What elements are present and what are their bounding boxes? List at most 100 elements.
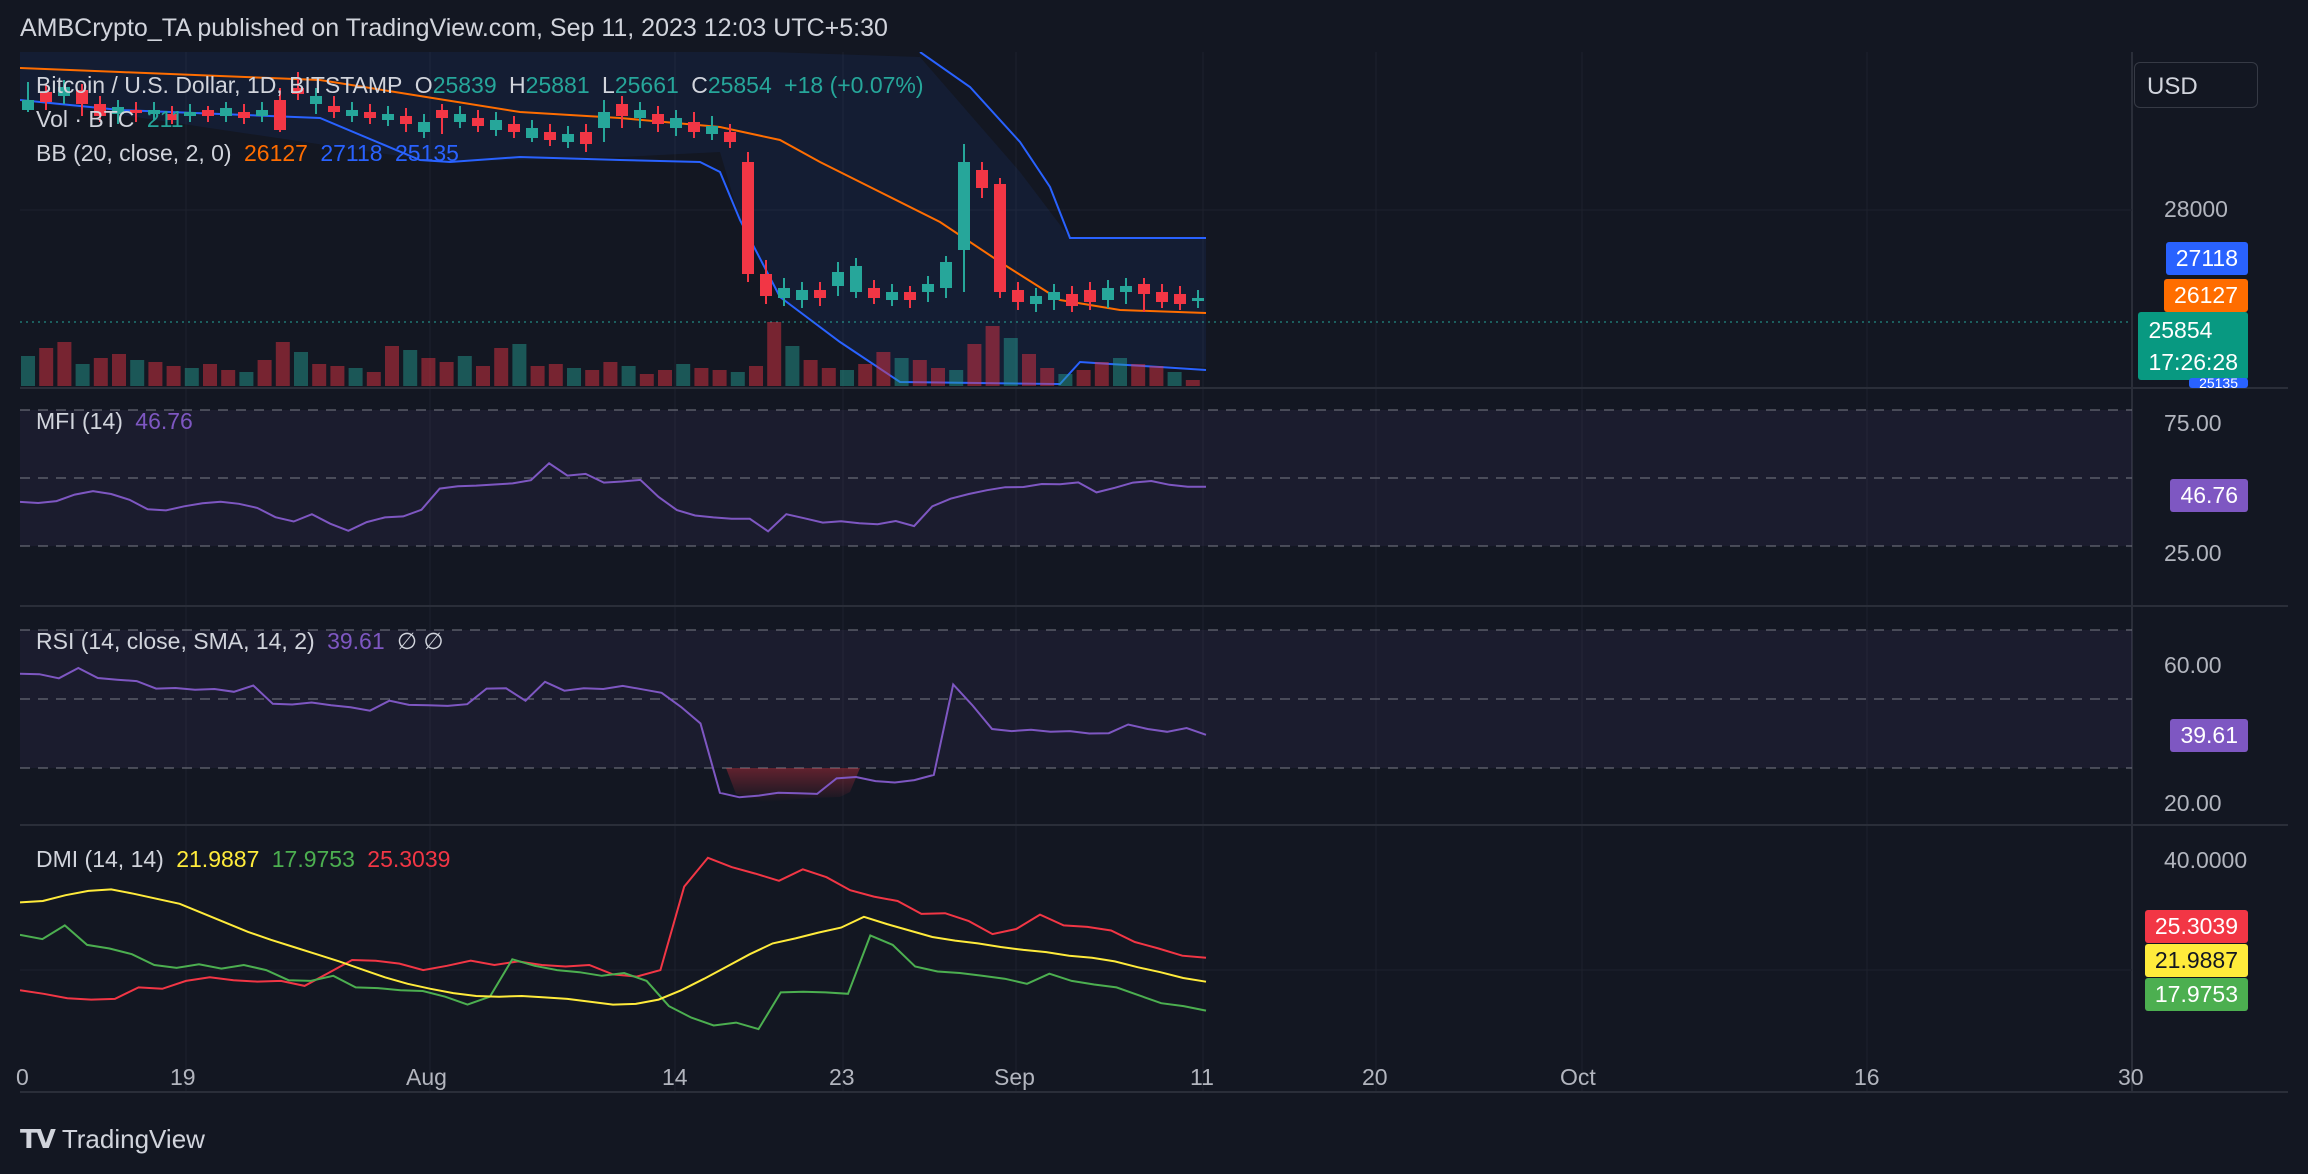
volume-bar (694, 368, 709, 386)
volume-label: Vol · BTC (36, 106, 135, 132)
time-label: 23 (829, 1064, 855, 1090)
candle-body (454, 114, 466, 122)
low-label: L (602, 72, 615, 98)
rsi-extra: ∅ ∅ (397, 628, 444, 654)
chart-canvas[interactable] (20, 52, 2288, 1104)
candle-body (688, 122, 700, 132)
volume-bar (1058, 374, 1073, 386)
candle-body (760, 274, 772, 296)
volume-bar (1094, 362, 1109, 386)
candle-body (1120, 286, 1132, 292)
candle-body (1192, 298, 1204, 301)
currency-button[interactable]: USD (2134, 62, 2258, 108)
candle-body (1138, 284, 1150, 294)
candle-body (346, 110, 358, 116)
candle-body (328, 106, 340, 112)
plus-di-badge: 17.9753 (2144, 978, 2248, 1011)
bb-legend[interactable]: BB (20, close, 2, 0) 26127 27118 25135 (36, 140, 465, 167)
candle-body (796, 290, 808, 300)
high-value: 25881 (525, 72, 590, 98)
adx-badge: 21.9887 (2144, 944, 2248, 977)
mfi-label: MFI (14) (36, 408, 123, 434)
volume-bar (949, 370, 964, 386)
volume-bar (512, 344, 527, 386)
volume-bar (931, 368, 945, 386)
candle-body (202, 110, 214, 116)
volume-bar (39, 348, 54, 386)
rsi-value: 39.61 (327, 628, 385, 654)
bb-basis-value: 26127 (243, 140, 308, 166)
footer-brand: TradingView (61, 1124, 205, 1154)
candle-body (958, 162, 970, 250)
candle-body (1030, 296, 1042, 304)
chart-area[interactable]: Bitcoin / U.S. Dollar, 1D, BITSTAMP O258… (16, 52, 2288, 1104)
volume-bar (821, 368, 836, 386)
time-label: 30 (2118, 1064, 2144, 1090)
volume-bar (93, 358, 108, 386)
footer: TV TradingView (0, 1104, 2308, 1174)
volume-bar (403, 350, 418, 386)
publisher-line: AMBCrypto_TA published on TradingView.co… (20, 14, 888, 42)
dmi-label: DMI (14, 14) (36, 846, 164, 872)
candle-body (418, 122, 430, 132)
volume-bar (312, 364, 327, 386)
candle-body (562, 134, 574, 142)
symbol-legend[interactable]: Bitcoin / U.S. Dollar, 1D, BITSTAMP O258… (36, 72, 930, 99)
candle-body (976, 170, 988, 188)
volume-bar (166, 366, 181, 386)
candle-body (778, 288, 790, 298)
adx-value: 21.9887 (176, 846, 260, 872)
open-label: O (414, 72, 433, 98)
mfi-legend[interactable]: MFI (14) 46.76 (36, 408, 199, 435)
rsi-legend[interactable]: RSI (14, close, SMA, 14, 2) 39.61 ∅ ∅ (36, 628, 449, 655)
candle-body (940, 262, 952, 288)
volume-bar (1040, 368, 1055, 386)
candle-body (706, 126, 718, 134)
volume-bar (294, 352, 308, 386)
bar-countdown: 17:26:28 (2148, 349, 2238, 375)
volume-value: 211 (146, 106, 184, 132)
volume-bar (676, 364, 691, 386)
volume-legend[interactable]: Vol · BTC 211 (36, 106, 189, 133)
volume-bar (749, 366, 763, 386)
last-price-badge: 25854 17:26:28 (2138, 312, 2248, 380)
minus-di-value: 25.3039 (367, 846, 451, 872)
time-label: 11 (1190, 1064, 1214, 1090)
candle-body (1084, 290, 1096, 302)
volume-bar (1022, 354, 1036, 386)
time-label: 20 (1362, 1064, 1388, 1090)
volume-bar (767, 322, 782, 386)
tradingview-logo[interactable]: TV TradingView (20, 1124, 205, 1155)
candle-body (922, 284, 934, 292)
open-value: 25839 (432, 72, 497, 98)
plus-di-value: 17.9753 (271, 846, 355, 872)
candle-body (274, 100, 286, 130)
volume-bar (130, 360, 145, 386)
volume-bar (366, 372, 381, 386)
volume-bar (57, 342, 72, 386)
volume-bar (876, 352, 891, 386)
volume-bar (21, 356, 35, 386)
volume-bar (221, 370, 236, 386)
candle-body (508, 124, 520, 132)
time-label: 16 (1854, 1064, 1880, 1090)
symbol-name: Bitcoin / U.S. Dollar, 1D, BITSTAMP (36, 72, 403, 98)
bb-lower-value: 25135 (395, 140, 459, 166)
volume-bar (275, 342, 290, 386)
candle-body (904, 292, 916, 300)
candle-body (742, 162, 754, 274)
volume-bar (184, 368, 199, 386)
dmi-legend[interactable]: DMI (14, 14) 21.9887 17.9753 25.3039 (36, 846, 456, 873)
time-label: Oct (1560, 1064, 1596, 1090)
volume-bar (912, 360, 927, 386)
volume-bar (639, 374, 654, 386)
volume-bar (785, 346, 800, 386)
rsi-label: RSI (14, close, SMA, 14, 2) (36, 628, 315, 654)
price-tick: 28000 (2164, 196, 2228, 222)
volume-bar (385, 346, 399, 386)
volume-bar (967, 344, 982, 386)
candle-body (1174, 294, 1186, 304)
volume-bar (239, 372, 254, 386)
volume-bar (476, 366, 490, 386)
volume-bar (1167, 372, 1182, 386)
